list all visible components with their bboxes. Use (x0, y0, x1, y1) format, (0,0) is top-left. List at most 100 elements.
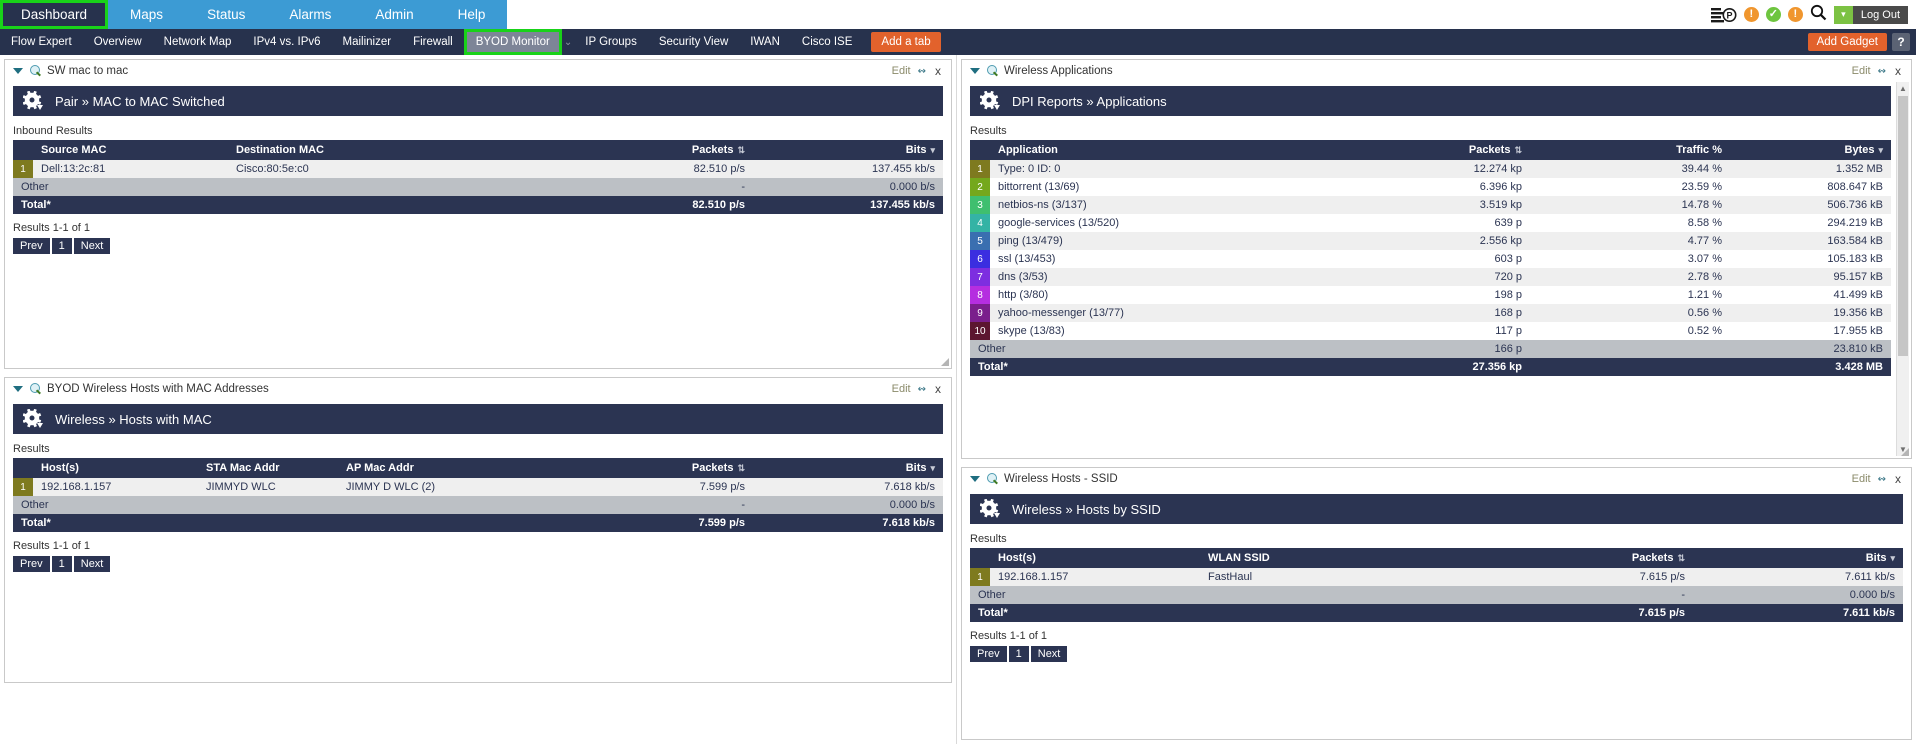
add-tab-button[interactable]: Add a tab (871, 32, 941, 52)
nav-item-maps[interactable]: Maps (108, 0, 185, 29)
nav-item-dashboard[interactable]: Dashboard (0, 0, 109, 29)
nav-item-status[interactable]: Status (185, 0, 267, 29)
collapse-caret-icon[interactable] (13, 386, 23, 392)
th-bits[interactable]: Bits ▾ (753, 140, 943, 160)
th-bytes[interactable]: Bytes ▾ (1730, 140, 1891, 160)
th-traffic-pct[interactable]: Traffic % (1530, 140, 1730, 160)
table-row[interactable]: 1 192.168.1.157 JIMMYD WLC JIMMY D WLC (… (13, 478, 943, 496)
collapse-caret-icon[interactable] (13, 68, 23, 74)
cell-application[interactable]: dns (3/53) (990, 268, 1320, 286)
p-report-icon[interactable]: P (1710, 7, 1737, 23)
next-button[interactable]: Next (1030, 646, 1068, 662)
scroll-up-arrow-icon[interactable]: ▲ (1897, 82, 1909, 95)
cell-wlan-ssid[interactable]: FastHaul (1200, 568, 1490, 586)
gear-icon[interactable] (980, 499, 1000, 519)
table-row[interactable]: 1 Type: 0 ID: 0 12.274 kp 39.44 % 1.352 MB (970, 160, 1891, 178)
move-arrows-icon[interactable]: ↭ (1878, 474, 1886, 485)
th-application[interactable]: Application (990, 140, 1320, 160)
close-icon[interactable]: x (1893, 472, 1903, 486)
cell-application[interactable]: ssl (13/453) (990, 250, 1320, 268)
prev-button[interactable]: Prev (970, 646, 1007, 662)
table-row[interactable]: 6 ssl (13/453) 603 p 3.07 % 105.183 kB (970, 250, 1891, 268)
table-row[interactable]: 7 dns (3/53) 720 p 2.78 % 95.157 kB (970, 268, 1891, 286)
resize-handle[interactable] (1900, 447, 1909, 456)
vertical-scrollbar[interactable]: ▲ ▼ (1896, 82, 1909, 456)
collapse-caret-icon[interactable] (970, 68, 980, 74)
gear-icon[interactable] (23, 409, 43, 429)
sort-desc-icon[interactable]: ▾ (1878, 145, 1883, 155)
gear-icon[interactable] (23, 91, 43, 111)
table-row[interactable]: 10 skype (13/83) 117 p 0.52 % 17.955 kB (970, 322, 1891, 340)
logout-button[interactable]: Log Out (1852, 5, 1908, 24)
close-icon[interactable]: x (933, 382, 943, 396)
table-row[interactable]: 3 netbios-ns (3/137) 3.519 kp 14.78 % 506.73… (970, 196, 1891, 214)
nav-item-help[interactable]: Help (436, 0, 508, 29)
th-packets[interactable]: Packets ⇅ (1490, 548, 1693, 568)
move-arrows-icon[interactable]: ↭ (918, 384, 926, 395)
table-row[interactable]: 9 yahoo-messenger (13/77) 168 p 0.56 % 19.35… (970, 304, 1891, 322)
page-1-button[interactable]: 1 (1008, 646, 1029, 662)
cell-ap-mac[interactable]: JIMMY D WLC (2) (338, 478, 538, 496)
cell-application[interactable]: google-services (13/520) (990, 214, 1320, 232)
alert-warning-icon-2[interactable]: ! (1787, 7, 1803, 22)
prev-button[interactable]: Prev (13, 238, 50, 254)
scrollbar-thumb[interactable] (1898, 96, 1908, 356)
sort-icon[interactable]: ⇅ (737, 145, 745, 155)
next-button[interactable]: Next (73, 238, 111, 254)
gear-icon[interactable] (980, 91, 1000, 111)
table-row[interactable]: 1 192.168.1.157 FastHaul 7.615 p/s 7.611… (970, 568, 1903, 586)
th-sta-mac-addr[interactable]: STA Mac Addr (198, 458, 338, 478)
sort-icon[interactable]: ⇅ (1677, 553, 1685, 563)
close-icon[interactable]: x (933, 64, 943, 78)
table-row[interactable]: 4 google-services (13/520) 639 p 8.58 % 294.… (970, 214, 1891, 232)
th-packets[interactable]: Packets ⇅ (1320, 140, 1530, 160)
cell-application[interactable]: http (3/80) (990, 286, 1320, 304)
collapse-caret-icon[interactable] (970, 476, 980, 482)
th-hosts[interactable]: Host(s) (990, 548, 1200, 568)
cell-destination-mac[interactable]: Cisco:80:5e:c0 (228, 160, 468, 178)
cell-application[interactable]: bittorrent (13/69) (990, 178, 1320, 196)
th-packets[interactable]: Packets ⇅ (468, 140, 753, 160)
sort-desc-icon[interactable]: ▾ (930, 145, 935, 155)
status-ok-icon[interactable]: ✓ (1765, 7, 1781, 22)
cell-sta-mac[interactable]: JIMMYD WLC (198, 478, 338, 496)
logout-control[interactable]: ▾ Log Out (1833, 5, 1908, 24)
edit-link[interactable]: Edit (892, 65, 911, 77)
cell-host[interactable]: 192.168.1.157 (990, 568, 1200, 586)
resize-handle[interactable] (940, 357, 949, 366)
th-ap-mac-addr[interactable]: AP Mac Addr (338, 458, 538, 478)
table-row[interactable]: 5 ping (13/479) 2.556 kp 4.77 % 163.584 kB (970, 232, 1891, 250)
cell-application[interactable]: netbios-ns (3/137) (990, 196, 1320, 214)
edit-link[interactable]: Edit (1852, 473, 1871, 485)
help-button[interactable]: ? (1892, 33, 1910, 51)
tab-network-map[interactable]: Network Map (153, 29, 243, 55)
tab-security-view[interactable]: Security View (648, 29, 739, 55)
table-row[interactable]: 1 Dell:13:2c:81 Cisco:80:5e:c0 82.510 p/… (13, 160, 943, 178)
page-1-button[interactable]: 1 (51, 238, 72, 254)
table-row[interactable]: 2 bittorrent (13/69) 6.396 kp 23.59 % 808.64… (970, 178, 1891, 196)
cell-application[interactable]: yahoo-messenger (13/77) (990, 304, 1320, 322)
tab-overflow-chevron-icon[interactable]: ⌄ (562, 29, 574, 55)
add-gadget-button[interactable]: Add Gadget (1807, 33, 1887, 51)
th-bits[interactable]: Bits ▾ (1693, 548, 1903, 568)
cell-host[interactable]: 192.168.1.157 (33, 478, 198, 496)
next-button[interactable]: Next (73, 556, 111, 572)
nav-item-admin[interactable]: Admin (353, 0, 435, 29)
tab-cisco-ise[interactable]: Cisco ISE (791, 29, 864, 55)
sort-desc-icon[interactable]: ▾ (1890, 553, 1895, 563)
cell-application[interactable]: ping (13/479) (990, 232, 1320, 250)
tab-mailinizer[interactable]: Mailinizer (332, 29, 403, 55)
sort-icon[interactable]: ⇅ (737, 463, 745, 473)
edit-link[interactable]: Edit (1852, 65, 1871, 77)
prev-button[interactable]: Prev (13, 556, 50, 572)
move-arrows-icon[interactable]: ↭ (918, 66, 926, 77)
sort-desc-icon[interactable]: ▾ (930, 463, 935, 473)
tab-flow-expert[interactable]: Flow Expert (0, 29, 83, 55)
cell-application[interactable]: skype (13/83) (990, 322, 1320, 340)
search-icon[interactable] (1810, 4, 1827, 26)
th-packets[interactable]: Packets ⇅ (538, 458, 753, 478)
tab-byod-monitor[interactable]: BYOD Monitor (463, 29, 562, 55)
tab-firewall[interactable]: Firewall (402, 29, 464, 55)
th-bits[interactable]: Bits ▾ (753, 458, 943, 478)
th-hosts[interactable]: Host(s) (33, 458, 198, 478)
